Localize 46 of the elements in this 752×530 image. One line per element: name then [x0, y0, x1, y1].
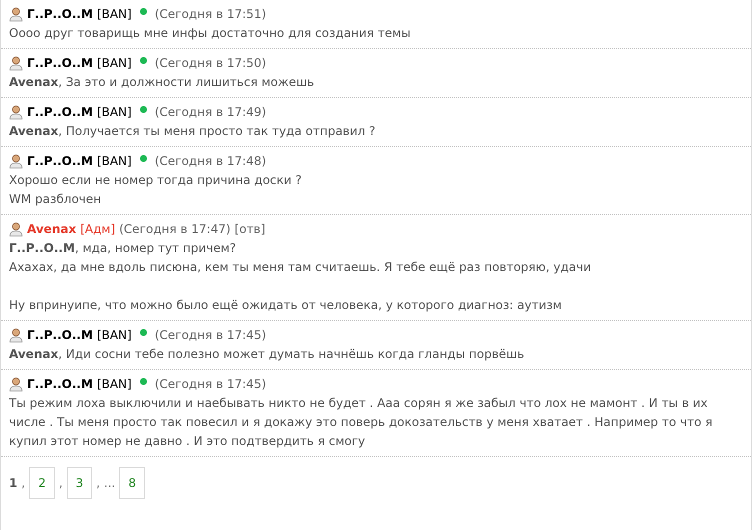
- post-time: (Сегодня в 17:50): [154, 55, 266, 72]
- post-time: (Сегодня в 17:45): [154, 327, 266, 344]
- page-link[interactable]: 8: [119, 467, 146, 499]
- user-icon: [9, 56, 23, 71]
- role-tag: [BAN]: [96, 152, 132, 171]
- current-page: 1: [9, 475, 18, 492]
- user-icon: [9, 222, 23, 237]
- message-text: Оооо друг товарищь мне инфы достаточно для создания темы: [9, 25, 412, 42]
- role-tag: [BAN]: [96, 375, 132, 394]
- user-icon: [9, 328, 23, 343]
- post-time: (Сегодня в 17:47): [119, 221, 231, 238]
- message-text: Ахахах, да мне вдоль писюна, кем ты меня там считаешь. Я тебе ещё раз повторяю, удачи: [9, 259, 592, 276]
- post-time: (Сегодня в 17:49): [154, 104, 266, 121]
- page-separator: ,: [21, 475, 26, 492]
- author-name[interactable]: Г..Р..О..М: [27, 326, 93, 345]
- message-text: Avenax, За это и должности лишиться можешь: [9, 74, 316, 91]
- role-tag: [BAN]: [96, 103, 132, 122]
- author-name[interactable]: Г..Р..О..М: [27, 152, 93, 171]
- role-tag: [BAN]: [96, 54, 132, 73]
- message-text: Г..Р..О..М, мда, номер тут причем?: [9, 240, 238, 257]
- post-time: (Сегодня в 17:45): [154, 376, 266, 393]
- message-text: Ты режим лоха выключили и наебывать никто не будет . Ааа сорян я же забыл что лох не мамонт . И ты в их числе . Ты меня просто так повесил и я докажу это поверь докозательств у меня хватает . Например то что я купил этот номер не давно . И это подтвердить я смогу: [9, 395, 714, 450]
- page-separator: ,: [58, 475, 63, 492]
- reply-link[interactable]: [отв]: [234, 220, 266, 239]
- user-icon: [9, 377, 23, 392]
- message-text: Ну впринуипе, что можно было ещё ожидать от человека, у которого диагноз: аутизм: [9, 297, 563, 314]
- post-time: (Сегодня в 17:48): [154, 153, 266, 170]
- role-tag: [BAN]: [96, 5, 132, 24]
- post-time: (Сегодня в 17:51): [154, 6, 266, 23]
- author-name[interactable]: Г..Р..О..М: [27, 5, 93, 24]
- author-name[interactable]: Avenax: [27, 220, 76, 239]
- user-icon: [9, 105, 23, 120]
- page-separator: , ...: [96, 475, 116, 492]
- page-link[interactable]: 2: [29, 467, 55, 499]
- author-name[interactable]: Г..Р..О..М: [27, 103, 93, 122]
- author-name[interactable]: Г..Р..О..М: [27, 54, 93, 73]
- user-icon: [9, 154, 23, 169]
- message-text: Хорошо если не номер тогда причина доски ?: [9, 172, 303, 189]
- user-icon: [9, 7, 23, 22]
- message-text: Avenax, Получается ты меня просто так туда отправил ?: [9, 123, 376, 140]
- message-text: WM разблочен: [9, 191, 102, 208]
- role-tag: [BAN]: [96, 326, 132, 345]
- role-tag: [Адм]: [80, 220, 116, 239]
- message-text: Avenax, Иди сосни тебе полезно может думать начнёшь когда гланды порвёшь: [9, 346, 526, 363]
- author-name[interactable]: Г..Р..О..М: [27, 375, 93, 394]
- page-link[interactable]: 3: [66, 467, 92, 499]
